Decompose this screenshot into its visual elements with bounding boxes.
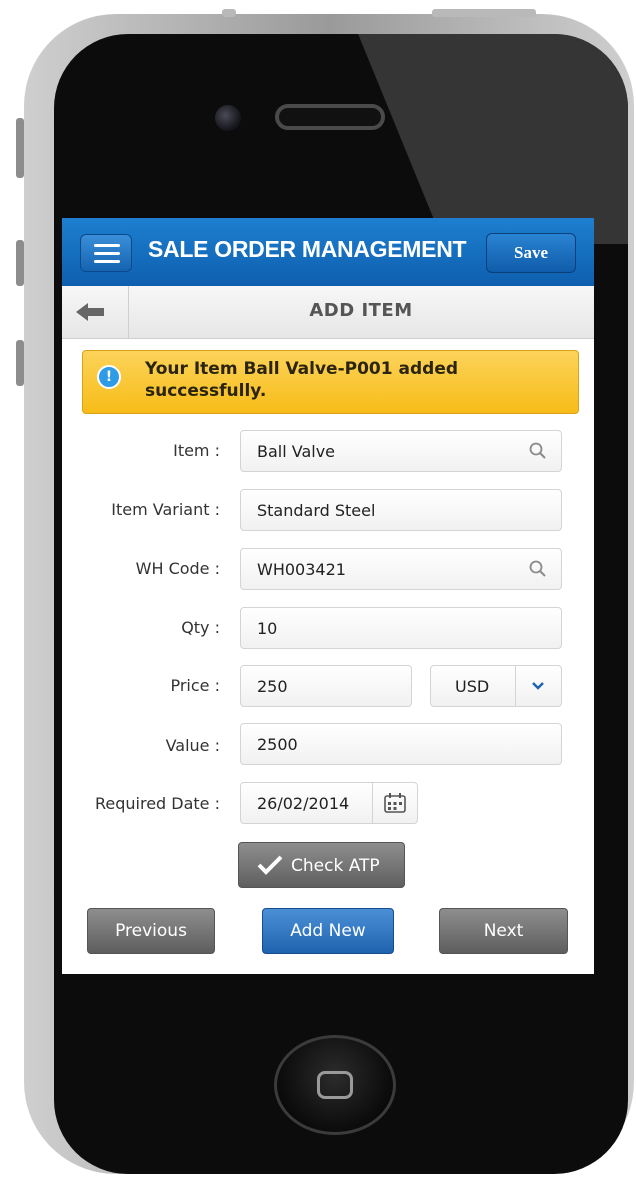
earpiece-speaker bbox=[275, 104, 385, 130]
check-atp-label: Check ATP bbox=[291, 856, 380, 876]
wh-code-value: WH003421 bbox=[257, 560, 346, 579]
calendar-icon bbox=[384, 793, 406, 813]
phone-silent-switch bbox=[16, 118, 24, 178]
price-value: 250 bbox=[257, 677, 288, 696]
item-label: Item : bbox=[173, 441, 220, 460]
currency-select[interactable]: USD bbox=[430, 665, 562, 707]
variant-value: Standard Steel bbox=[257, 501, 376, 520]
calendar-button[interactable] bbox=[372, 783, 417, 823]
qty-field[interactable]: 10 bbox=[240, 607, 562, 649]
currency-value: USD bbox=[455, 677, 490, 696]
value-field[interactable]: 2500 bbox=[240, 723, 562, 765]
sub-header: ADD ITEM bbox=[62, 286, 594, 339]
save-button[interactable]: Save bbox=[486, 233, 576, 273]
chevron-down-icon bbox=[532, 682, 544, 690]
front-camera bbox=[215, 105, 241, 131]
currency-dropdown-toggle[interactable] bbox=[515, 666, 562, 706]
checkmark-icon bbox=[257, 855, 283, 875]
phone-volume-up bbox=[16, 240, 24, 286]
wh-code-field[interactable]: WH003421 bbox=[240, 548, 562, 590]
price-label: Price : bbox=[170, 676, 220, 695]
menu-button[interactable] bbox=[80, 234, 132, 272]
success-alert: ! Your Item Ball Valve-P001 added succes… bbox=[82, 350, 579, 414]
app-header: SALE ORDER MANAGEMENT Save bbox=[62, 218, 594, 286]
date-label: Required Date : bbox=[94, 794, 220, 813]
date-field[interactable]: 26/02/2014 bbox=[240, 782, 418, 824]
item-field[interactable]: Ball Valve bbox=[240, 430, 562, 472]
next-button[interactable]: Next bbox=[439, 908, 568, 954]
check-atp-button[interactable]: Check ATP bbox=[238, 842, 405, 888]
home-square-icon bbox=[317, 1071, 353, 1099]
variant-label: Item Variant : bbox=[111, 500, 220, 519]
page-title: ADD ITEM bbox=[309, 300, 413, 321]
app-title: SALE ORDER MANAGEMENT bbox=[148, 236, 467, 262]
wh-code-label: WH Code : bbox=[135, 559, 220, 578]
alert-message: Your Item Ball Valve-P001 added successf… bbox=[145, 359, 459, 401]
phone-top-notch bbox=[222, 9, 236, 17]
phone-power-button bbox=[432, 9, 536, 17]
phone-glare bbox=[354, 34, 628, 244]
qty-value: 10 bbox=[257, 619, 278, 638]
variant-field[interactable]: Standard Steel bbox=[240, 489, 562, 531]
add-new-button[interactable]: Add New bbox=[262, 908, 394, 954]
value-label: Value : bbox=[165, 736, 220, 755]
item-value: Ball Valve bbox=[257, 442, 336, 461]
search-icon[interactable] bbox=[529, 442, 547, 460]
back-arrow-icon bbox=[76, 303, 104, 321]
previous-button[interactable]: Previous bbox=[87, 908, 215, 954]
search-icon[interactable] bbox=[529, 560, 547, 578]
info-icon: ! bbox=[97, 365, 121, 389]
date-value: 26/02/2014 bbox=[257, 794, 350, 813]
home-button[interactable] bbox=[274, 1035, 396, 1135]
back-button[interactable] bbox=[62, 286, 129, 338]
phone-volume-down bbox=[16, 340, 24, 386]
hamburger-icon bbox=[94, 244, 120, 247]
value-value: 2500 bbox=[257, 735, 298, 754]
price-field[interactable]: 250 bbox=[240, 665, 412, 707]
qty-label: Qty : bbox=[181, 618, 220, 637]
app-screen: SALE ORDER MANAGEMENT Save ADD ITEM ! Yo… bbox=[62, 218, 594, 974]
